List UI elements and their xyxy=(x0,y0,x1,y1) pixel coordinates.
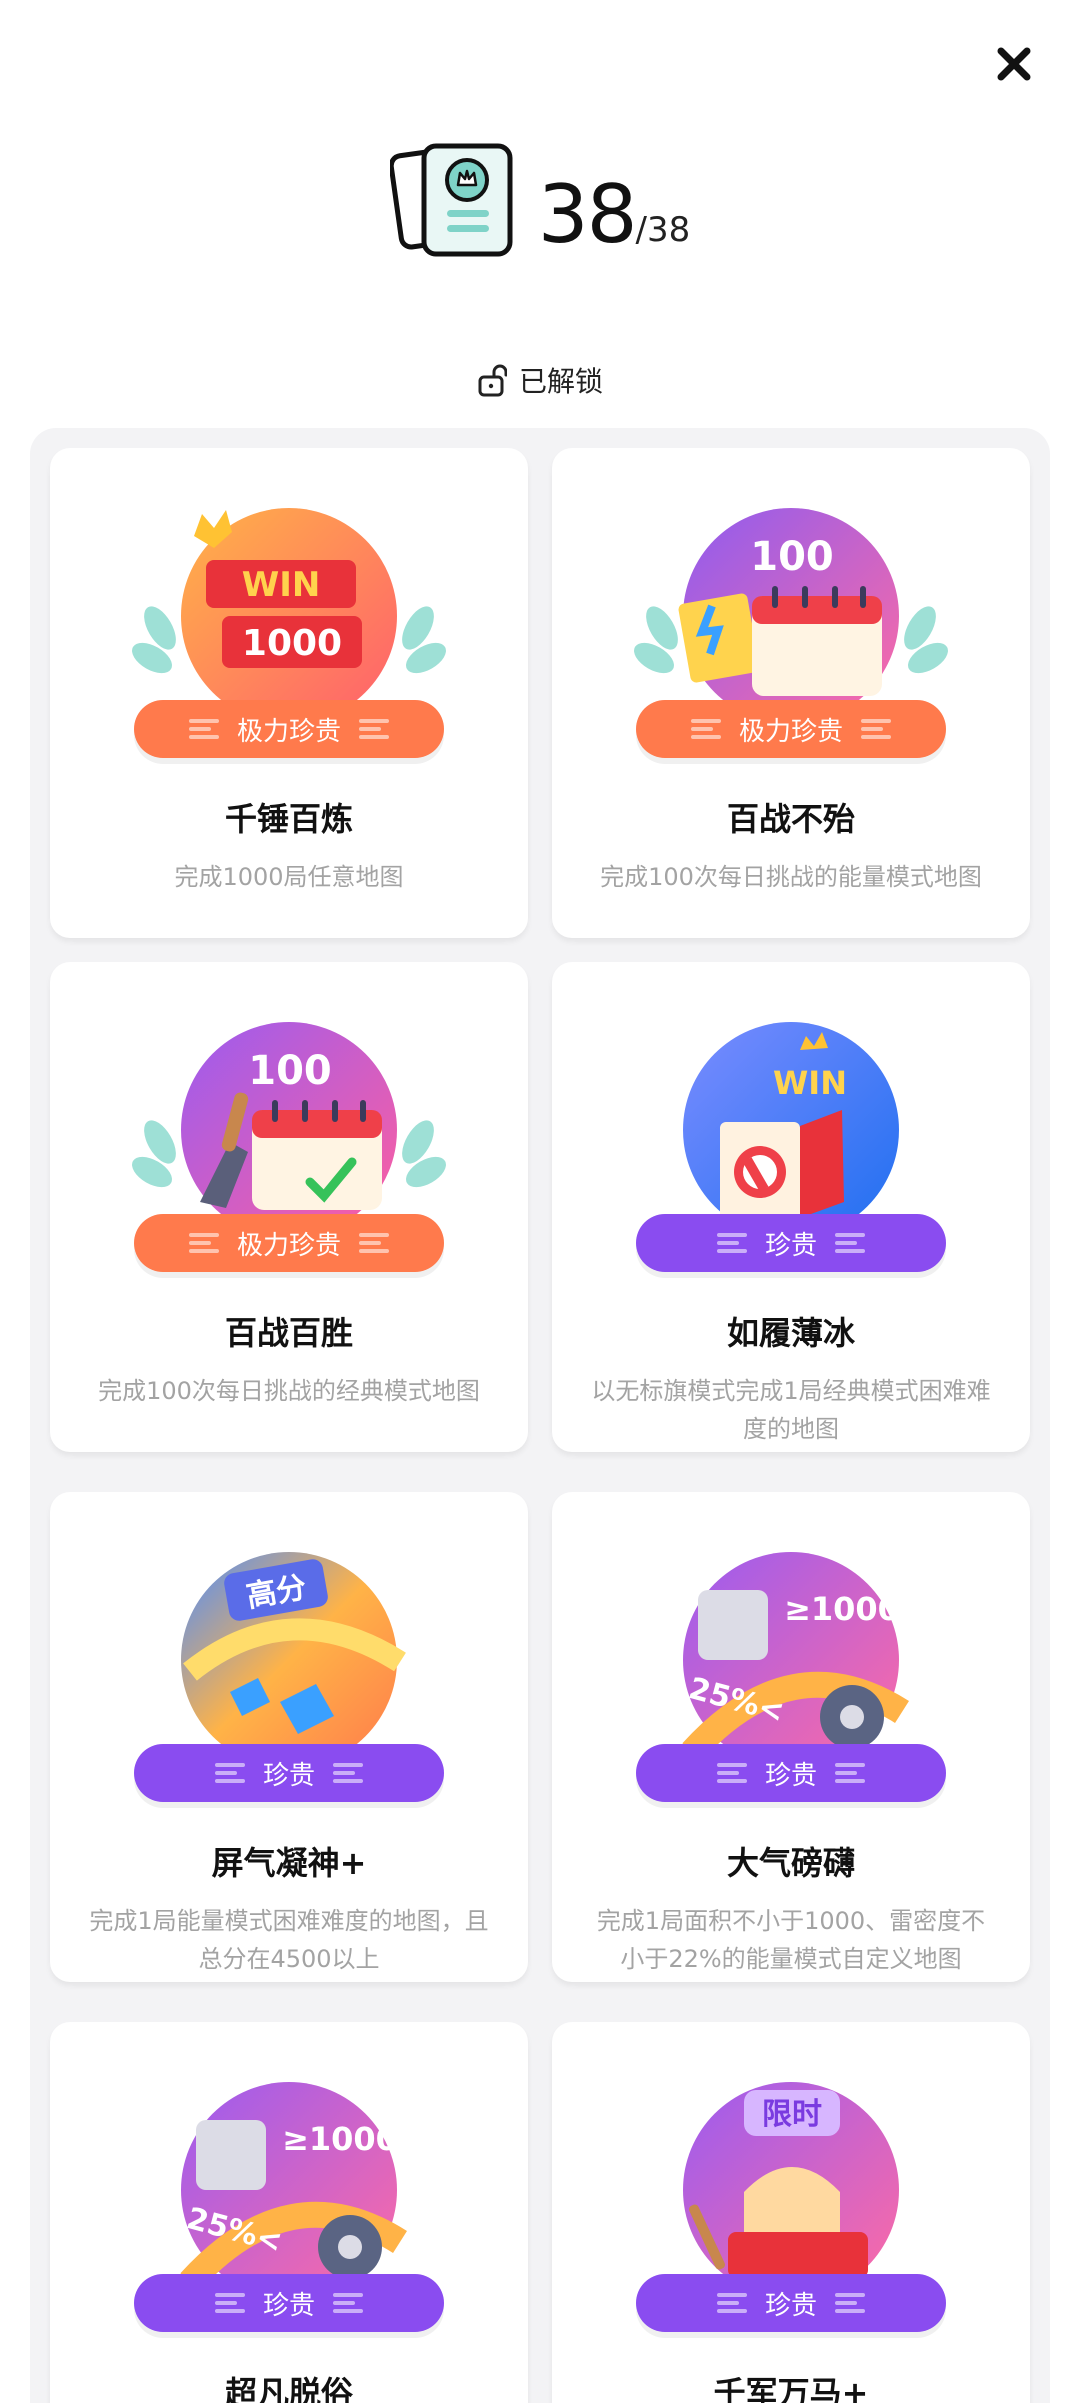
limited-time-badge-icon: 限时 xyxy=(683,2082,899,2298)
close-icon xyxy=(997,47,1031,81)
rarity-badge: 珍贵 xyxy=(636,1744,946,1802)
achievement-card[interactable]: WIN 珍贵 如履薄冰 以无标旗模式完成1局经典模式困难难度的地图 xyxy=(552,962,1030,1452)
achievement-card[interactable]: 高分 珍贵 屏气凝神+ 完成1局能量模式困难难度的地图，且总分在4500以上 xyxy=(50,1492,528,1982)
unlocked-status: 已解锁 xyxy=(0,360,1080,400)
svg-text:限时: 限时 xyxy=(762,2097,822,2132)
achievement-title: 百战不殆 xyxy=(726,800,855,838)
achievement-card[interactable]: 100 极力珍贵 百战百胜 完成100次每日挑战的经典模式地图 xyxy=(50,962,528,1452)
achievement-card[interactable]: ≥1000 25%< 珍贵 大气磅礴 完成1局面积不小于1000、雷密度不小于2… xyxy=(552,1492,1030,1982)
rarity-badge: 极力珍贵 xyxy=(134,700,444,758)
mine-density-badge-icon: ≥1000 25%< xyxy=(682,1552,909,1768)
achievement-title: 如履薄冰 xyxy=(726,1314,855,1352)
achievement-description: 完成1局能量模式困难难度的地图，且总分在4500以上 xyxy=(89,1907,489,1973)
rarity-badge: 珍贵 xyxy=(134,2274,444,2332)
achievement-collection-icon xyxy=(389,143,513,257)
rarity-badge: 珍贵 xyxy=(636,2274,946,2332)
calendar-100-classic-badge-icon: 100 xyxy=(132,1022,446,1238)
hundred-text: 100 xyxy=(750,534,834,580)
achievement-title: 千锤百炼 xyxy=(224,800,353,838)
achievement-description: 完成1000局任意地图 xyxy=(174,863,404,891)
high-score-badge-icon: 高分 xyxy=(181,1552,406,1768)
win-1000-badge-icon: WIN 1000 xyxy=(132,508,446,724)
achievement-card[interactable]: WIN 1000 极力珍贵 千锤百炼 完成1000局任意地图 xyxy=(50,448,528,938)
thousand-text: 1000 xyxy=(242,623,342,664)
achievement-title: 超凡脱俗 xyxy=(224,2374,353,2403)
achievement-title: 百战百胜 xyxy=(224,1314,353,1352)
rarity-badge: 极力珍贵 xyxy=(134,1214,444,1272)
unlocked-count: 38 xyxy=(537,168,638,261)
achievement-card[interactable]: ≥1000 25%< 珍贵 超凡脱俗 xyxy=(50,2022,528,2403)
achievement-grid: WIN 1000 极力珍贵 千锤百炼 完成1000局任意地图 100 极力珍贵 … xyxy=(30,428,1050,2403)
achievement-card[interactable]: 限时 珍贵 千军万马+ xyxy=(552,2022,1030,2403)
mine-density-badge-icon: ≥1000 25%< xyxy=(180,2082,407,2298)
achievement-summary: 38 /38 xyxy=(0,140,1080,260)
svg-text:≥1000: ≥1000 xyxy=(784,1590,900,1628)
rarity-badge: 珍贵 xyxy=(134,1744,444,1802)
achievement-description: 完成1局面积不小于1000、雷密度不小于22%的能量模式自定义地图 xyxy=(596,1907,986,1973)
achievement-card[interactable]: 100 极力珍贵 百战不殆 完成100次每日挑战的能量模式地图 xyxy=(552,448,1030,938)
svg-text:WIN: WIN xyxy=(773,1064,847,1102)
achievement-description: 完成100次每日挑战的经典模式地图 xyxy=(98,1377,480,1405)
unlock-icon xyxy=(478,364,507,397)
win-text: WIN xyxy=(242,565,321,605)
rarity-badge: 极力珍贵 xyxy=(636,700,946,758)
close-button[interactable] xyxy=(990,40,1038,88)
unlocked-status-label: 已解锁 xyxy=(518,365,603,398)
achievement-title: 大气磅礴 xyxy=(726,1844,855,1882)
svg-text:≥1000: ≥1000 xyxy=(282,2120,398,2158)
rarity-badge: 珍贵 xyxy=(636,1214,946,1272)
achievement-description: 以无标旗模式完成1局经典模式困难难度的地图 xyxy=(591,1377,991,1443)
achievement-title: 屏气凝神+ xyxy=(211,1844,367,1882)
svg-text:100: 100 xyxy=(248,1048,332,1094)
achievement-title: 千军万马+ xyxy=(713,2374,869,2403)
total-count: /38 xyxy=(635,210,691,250)
no-flag-win-badge-icon: WIN xyxy=(683,1022,899,1238)
achievement-description: 完成100次每日挑战的能量模式地图 xyxy=(600,863,982,891)
calendar-100-energy-badge-icon: 100 xyxy=(634,508,948,724)
